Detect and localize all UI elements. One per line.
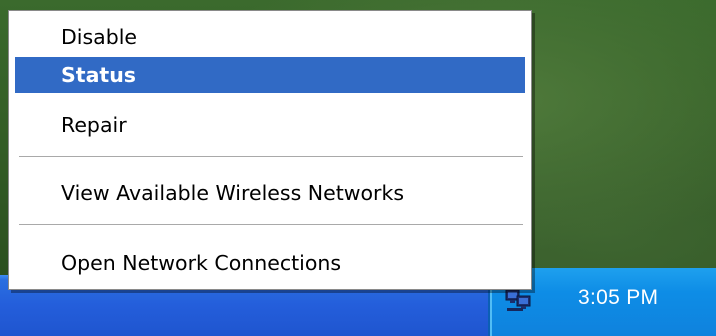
menu-item-repair[interactable]: Repair <box>15 107 525 143</box>
taskbar-clock[interactable]: 3:05 PM <box>578 286 658 310</box>
menu-separator <box>19 156 523 158</box>
menu-item-status[interactable]: Status <box>15 57 525 93</box>
network-connections-icon[interactable] <box>505 287 535 313</box>
menu-item-open-network-connections[interactable]: Open Network Connections <box>15 245 525 281</box>
menu-item-view-wireless-networks[interactable]: View Available Wireless Networks <box>15 175 525 211</box>
menu-separator <box>19 224 523 226</box>
network-context-menu: Disable Status Repair View Available Wir… <box>8 10 532 290</box>
menu-item-disable[interactable]: Disable <box>15 19 525 55</box>
